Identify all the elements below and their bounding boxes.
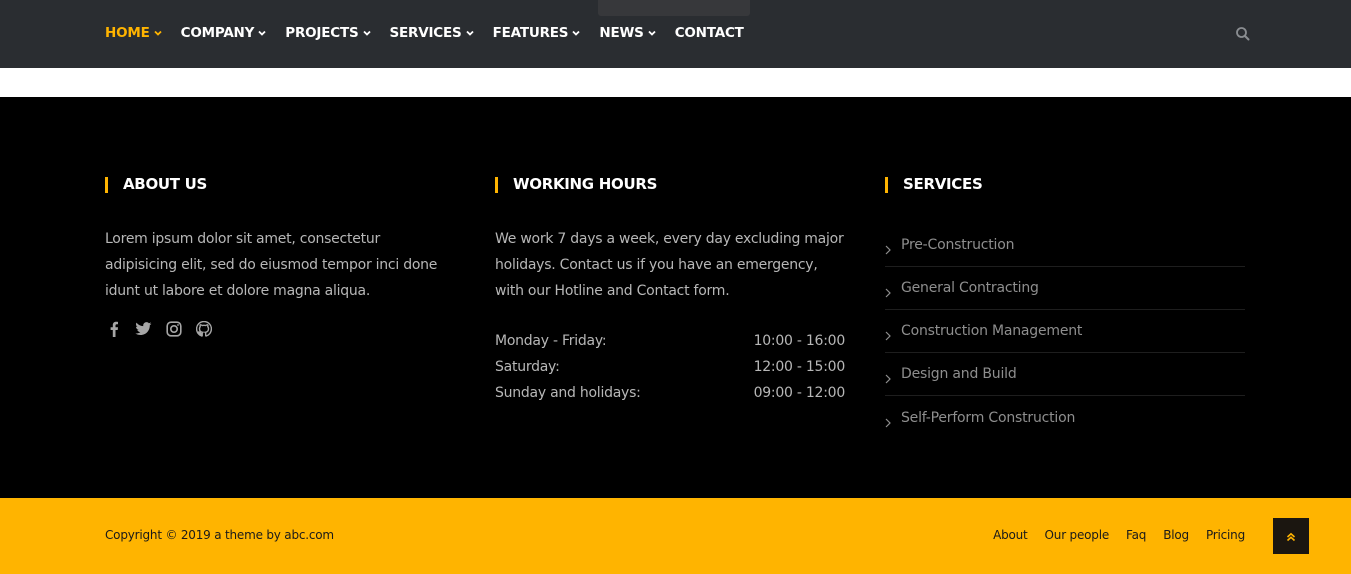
github-icon[interactable]	[195, 320, 212, 337]
nav-item-label: Services	[389, 25, 462, 41]
social-links	[105, 320, 212, 337]
copyright-text: Copyright © 2019 a theme by abc.com	[105, 528, 334, 542]
service-label: General Contracting	[901, 280, 1039, 296]
chevron-down-icon	[362, 29, 371, 37]
services-list: Pre-Construction General Contracting Con…	[885, 224, 1245, 439]
service-label: Pre-Construction	[901, 237, 1015, 253]
footer-link-our-people[interactable]: Our people	[1045, 528, 1110, 542]
instagram-icon[interactable]	[165, 320, 182, 337]
nav-item-label: Projects	[285, 25, 359, 41]
nav-item-home[interactable]: Home	[105, 24, 162, 42]
nav-item-contact[interactable]: Contact	[675, 24, 744, 42]
nav-menu: Home Company Projects Services Features …	[105, 24, 763, 42]
hours-time: 12:00 - 15:00	[753, 359, 846, 375]
search-icon[interactable]	[1235, 26, 1251, 42]
nav-item-features[interactable]: Features	[493, 24, 581, 42]
about-text: Lorem ipsum dolor sit amet, consectetur …	[105, 231, 438, 299]
footer-link-about[interactable]: About	[993, 528, 1028, 542]
hours-day: Monday - Friday:	[495, 333, 607, 349]
hours-day: Sunday and holidays:	[495, 385, 641, 401]
hours-row: Monday - Friday: 10:00 - 16:00	[495, 328, 845, 354]
service-link[interactable]: Self-Perform Construction	[885, 396, 1245, 439]
service-label: Construction Management	[901, 323, 1083, 339]
footer-main: ABOUT US Lorem ipsum dolor sit amet, con…	[0, 97, 1351, 498]
footer-link-faq[interactable]: Faq	[1126, 528, 1146, 542]
widget-title: WORKING HOURS	[495, 175, 658, 193]
nav-item-company[interactable]: Company	[181, 24, 267, 42]
nav-item-label: Features	[492, 25, 569, 41]
back-to-top-button[interactable]	[1273, 518, 1309, 554]
footer-links: About Our people Faq Blog Pricing	[993, 528, 1245, 542]
chevron-down-icon	[258, 29, 266, 37]
service-link[interactable]: General Contracting	[885, 267, 1245, 310]
nav-item-projects[interactable]: Projects	[285, 24, 371, 42]
chevron-down-icon	[648, 29, 656, 37]
widget-title-text: WORKING HOURS	[513, 175, 658, 193]
chevron-down-icon	[465, 29, 474, 37]
footer-link-pricing[interactable]: Pricing	[1206, 528, 1245, 542]
hours-table: Monday - Friday: 10:00 - 16:00 Saturday:…	[495, 328, 845, 406]
service-link[interactable]: Construction Management	[885, 310, 1245, 353]
nav-item-label: News	[599, 25, 644, 41]
widget-title-text: ABOUT US	[123, 175, 208, 193]
nav-item-label: Company	[180, 25, 255, 41]
service-link[interactable]: Pre-Construction	[885, 224, 1245, 267]
hours-time: 09:00 - 12:00	[753, 385, 846, 401]
widget-title: SERVICES	[885, 175, 983, 193]
twitter-icon[interactable]	[135, 320, 152, 337]
chevron-right-icon	[885, 240, 891, 255]
nav-item-label: Home	[105, 25, 150, 41]
chevron-down-icon	[154, 29, 162, 37]
service-label: Self-Perform Construction	[901, 409, 1076, 426]
nav-item-label: Contact	[674, 25, 744, 41]
chevron-right-icon	[885, 369, 891, 384]
service-link[interactable]: Design and Build	[885, 353, 1245, 396]
service-label: Design and Build	[901, 366, 1017, 382]
navbar: Home Company Projects Services Features …	[0, 0, 1351, 68]
footer-bottom: Copyright © 2019 a theme by abc.com Abou…	[0, 498, 1351, 574]
page: Home Company Projects Services Features …	[0, 0, 1351, 574]
nav-overlay-shadow	[598, 0, 750, 16]
chevron-down-icon	[572, 29, 580, 37]
facebook-icon[interactable]	[105, 320, 122, 337]
nav-item-services[interactable]: Services	[390, 24, 474, 42]
footer-link-blog[interactable]: Blog	[1163, 528, 1189, 542]
hours-row: Sunday and holidays: 09:00 - 12:00	[495, 380, 845, 406]
chevron-right-icon	[885, 413, 891, 427]
hours-day: Saturday:	[495, 359, 560, 375]
nav-item-news[interactable]: News	[599, 24, 656, 42]
hours-text: We work 7 days a week, every day excludi…	[495, 231, 844, 299]
double-chevron-up-icon	[1286, 527, 1296, 546]
hours-time: 10:00 - 16:00	[753, 333, 846, 349]
chevron-right-icon	[885, 326, 891, 341]
chevron-right-icon	[885, 283, 891, 298]
widget-title: ABOUT US	[105, 175, 208, 193]
hours-row: Saturday: 12:00 - 15:00	[495, 354, 845, 380]
widget-title-text: SERVICES	[903, 175, 983, 193]
content-bottom-strip	[0, 68, 1351, 97]
